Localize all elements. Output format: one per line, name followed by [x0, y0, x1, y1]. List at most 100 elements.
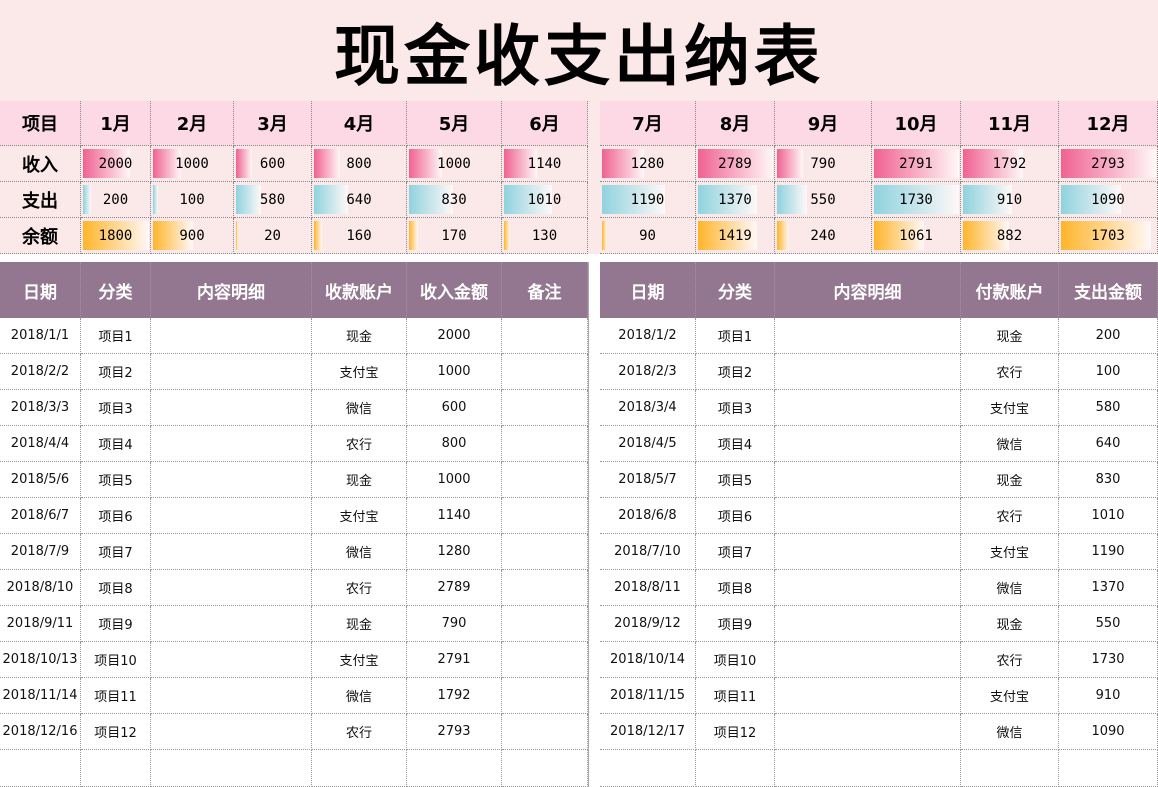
income-table-cell[interactable]: 现金 [312, 606, 407, 642]
expense-table-header[interactable]: 支出金额 [1059, 262, 1158, 318]
summary-cell-income[interactable]: 790 [775, 146, 872, 182]
expense-table-cell[interactable]: 640 [1059, 426, 1158, 462]
expense-table-header[interactable]: 分类 [696, 262, 775, 318]
income-table-cell[interactable]: 现金 [312, 462, 407, 498]
row-label-income[interactable]: 收入 [0, 146, 81, 182]
expense-table-cell[interactable]: 2018/2/3 [600, 354, 696, 390]
summary-cell-balance[interactable]: 1800 [81, 218, 151, 254]
income-table-cell[interactable] [502, 534, 588, 570]
income-table-cell[interactable]: 1280 [407, 534, 502, 570]
income-table-cell[interactable]: 800 [407, 426, 502, 462]
income-table-cell[interactable] [502, 354, 588, 390]
income-table-header[interactable]: 日期 [0, 262, 81, 318]
expense-table-cell[interactable]: 830 [1059, 462, 1158, 498]
summary-header-label[interactable]: 项目 [0, 101, 81, 146]
income-table-cell[interactable]: 2018/2/2 [0, 354, 81, 390]
income-table-cell[interactable] [312, 750, 407, 787]
income-table-cell[interactable]: 2018/10/13 [0, 642, 81, 678]
expense-table-cell[interactable]: 1090 [1059, 714, 1158, 750]
expense-table-cell[interactable]: 2018/12/17 [600, 714, 696, 750]
expense-table-cell[interactable]: 2018/10/14 [600, 642, 696, 678]
expense-table-cell[interactable]: 农行 [961, 354, 1059, 390]
income-table-cell[interactable]: 项目5 [81, 462, 151, 498]
income-table-cell[interactable]: 2018/7/9 [0, 534, 81, 570]
income-table-cell[interactable]: 2791 [407, 642, 502, 678]
expense-table-cell[interactable]: 微信 [961, 714, 1059, 750]
income-table-cell[interactable]: 项目8 [81, 570, 151, 606]
expense-table-header[interactable]: 日期 [600, 262, 696, 318]
income-table-cell[interactable] [151, 354, 312, 390]
summary-cell-expense[interactable]: 200 [81, 182, 151, 218]
expense-table-cell[interactable] [775, 642, 961, 678]
income-table-cell[interactable]: 2018/5/6 [0, 462, 81, 498]
income-table-cell[interactable]: 项目9 [81, 606, 151, 642]
expense-table-cell[interactable]: 微信 [961, 426, 1059, 462]
summary-cell-income[interactable]: 2789 [696, 146, 775, 182]
income-table-cell[interactable] [151, 462, 312, 498]
income-table-cell[interactable] [502, 750, 588, 787]
income-table-cell[interactable] [502, 462, 588, 498]
expense-table-cell[interactable]: 1370 [1059, 570, 1158, 606]
summary-cell-balance[interactable]: 90 [600, 218, 696, 254]
month-header[interactable]: 4月 [312, 101, 407, 146]
summary-cell-balance[interactable]: 1419 [696, 218, 775, 254]
expense-table-cell[interactable]: 农行 [961, 498, 1059, 534]
income-table-cell[interactable]: 2789 [407, 570, 502, 606]
income-table-cell[interactable]: 项目3 [81, 390, 151, 426]
summary-cell-income[interactable]: 2791 [872, 146, 961, 182]
expense-table-header[interactable]: 内容明细 [775, 262, 961, 318]
income-table-cell[interactable] [151, 570, 312, 606]
expense-table-cell[interactable] [775, 750, 961, 787]
summary-cell-income[interactable]: 1000 [151, 146, 234, 182]
summary-cell-balance[interactable]: 900 [151, 218, 234, 254]
summary-cell-balance[interactable]: 130 [502, 218, 588, 254]
income-table-cell[interactable]: 微信 [312, 678, 407, 714]
income-table-cell[interactable] [151, 390, 312, 426]
summary-cell-expense[interactable]: 1370 [696, 182, 775, 218]
income-table-cell[interactable]: 1000 [407, 462, 502, 498]
month-header[interactable]: 10月 [872, 101, 961, 146]
income-table-cell[interactable] [151, 678, 312, 714]
expense-table-cell[interactable]: 现金 [961, 606, 1059, 642]
income-table-cell[interactable]: 支付宝 [312, 354, 407, 390]
expense-table-cell[interactable]: 2018/1/2 [600, 318, 696, 354]
income-table-cell[interactable]: 项目11 [81, 678, 151, 714]
summary-cell-income[interactable]: 1280 [600, 146, 696, 182]
income-table-cell[interactable]: 项目12 [81, 714, 151, 750]
expense-table-cell[interactable]: 项目4 [696, 426, 775, 462]
expense-table-cell[interactable] [775, 390, 961, 426]
expense-table-cell[interactable]: 项目7 [696, 534, 775, 570]
expense-table-header[interactable]: 付款账户 [961, 262, 1059, 318]
income-table-cell[interactable]: 2018/11/14 [0, 678, 81, 714]
summary-cell-balance[interactable]: 160 [312, 218, 407, 254]
income-table-cell[interactable] [0, 750, 81, 787]
month-header[interactable]: 1月 [81, 101, 151, 146]
expense-table-cell[interactable]: 项目10 [696, 642, 775, 678]
income-table-cell[interactable] [502, 714, 588, 750]
expense-table-cell[interactable]: 2018/5/7 [600, 462, 696, 498]
summary-cell-expense[interactable]: 1090 [1059, 182, 1158, 218]
summary-cell-income[interactable]: 800 [312, 146, 407, 182]
income-table-cell[interactable]: 项目1 [81, 318, 151, 354]
expense-table-cell[interactable]: 项目9 [696, 606, 775, 642]
expense-table-cell[interactable]: 支付宝 [961, 678, 1059, 714]
income-table-cell[interactable] [407, 750, 502, 787]
expense-table-cell[interactable]: 项目6 [696, 498, 775, 534]
summary-cell-expense[interactable]: 910 [961, 182, 1059, 218]
month-header[interactable]: 7月 [600, 101, 696, 146]
month-header[interactable]: 3月 [234, 101, 312, 146]
income-table-header[interactable]: 收入金额 [407, 262, 502, 318]
summary-cell-income[interactable]: 600 [234, 146, 312, 182]
income-table-cell[interactable]: 农行 [312, 714, 407, 750]
expense-table-cell[interactable]: 2018/7/10 [600, 534, 696, 570]
summary-cell-expense[interactable]: 1190 [600, 182, 696, 218]
summary-cell-balance[interactable]: 1061 [872, 218, 961, 254]
income-table-cell[interactable]: 600 [407, 390, 502, 426]
income-table-cell[interactable]: 790 [407, 606, 502, 642]
expense-table-cell[interactable]: 项目3 [696, 390, 775, 426]
income-table-cell[interactable] [151, 318, 312, 354]
summary-cell-expense[interactable]: 830 [407, 182, 502, 218]
income-table-cell[interactable]: 2018/9/11 [0, 606, 81, 642]
month-header[interactable]: 5月 [407, 101, 502, 146]
income-table-cell[interactable] [502, 498, 588, 534]
